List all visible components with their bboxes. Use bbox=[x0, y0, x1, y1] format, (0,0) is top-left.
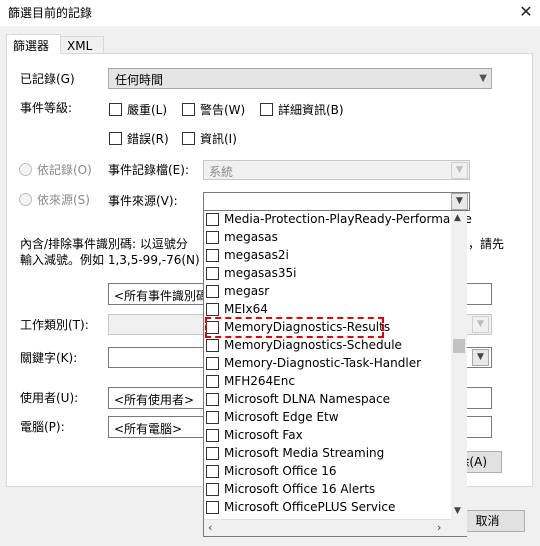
chevron-down-icon[interactable]: ▼ bbox=[472, 349, 489, 366]
list-item-checkbox[interactable] bbox=[206, 357, 219, 370]
list-item[interactable]: Microsoft Office 16 Alerts bbox=[204, 481, 451, 499]
list-item-checkbox[interactable] bbox=[206, 303, 219, 316]
logged-dropdown[interactable]: 任何時間 ▼ bbox=[108, 68, 492, 89]
list-item-checkbox[interactable] bbox=[206, 267, 219, 280]
logged-label: 已記錄(G) bbox=[20, 72, 75, 86]
list-item[interactable]: megasas35i bbox=[204, 265, 451, 283]
keyword-label: 關鍵字(K): bbox=[20, 351, 78, 365]
level-critical-label: 嚴重(L) bbox=[127, 103, 168, 117]
highlight-box bbox=[205, 317, 384, 338]
list-item-label: Microsoft Office 16 bbox=[224, 464, 337, 478]
level-info-label: 資訊(I) bbox=[200, 132, 237, 146]
list-item-checkbox[interactable] bbox=[206, 285, 219, 298]
level-critical-checkbox[interactable] bbox=[109, 103, 122, 116]
list-item-label: Microsoft OfficePLUS Service bbox=[224, 500, 396, 514]
list-item-checkbox[interactable] bbox=[206, 447, 219, 460]
list-item-label: megasr bbox=[224, 284, 270, 298]
tab-xml[interactable]: XML bbox=[60, 36, 104, 54]
chevron-down-icon[interactable]: ▼ bbox=[454, 506, 461, 516]
chevron-down-icon: ▼ bbox=[472, 316, 489, 333]
list-item[interactable]: megasr bbox=[204, 283, 451, 301]
by-log-label: 依記錄(O) bbox=[37, 163, 92, 177]
list-item[interactable]: Memory-Diagnostic-Task-Handler bbox=[204, 355, 451, 373]
list-item[interactable]: Media-Protection-PlayReady-Performance bbox=[204, 211, 472, 229]
chevron-right-icon[interactable]: › bbox=[437, 521, 441, 534]
list-item-checkbox[interactable] bbox=[206, 483, 219, 496]
list-item-checkbox[interactable] bbox=[206, 429, 219, 442]
list-item-label: megasas35i bbox=[224, 266, 297, 280]
by-log-radio[interactable] bbox=[19, 163, 32, 176]
computer-label: 電腦(P): bbox=[20, 420, 65, 434]
list-item[interactable]: Microsoft Office 16 bbox=[204, 463, 451, 481]
list-item-label: megasas bbox=[224, 230, 278, 244]
horizontal-scrollbar[interactable]: ‹ › bbox=[204, 519, 451, 536]
chevron-down-icon[interactable]: ▼ bbox=[451, 193, 468, 210]
list-item-label: Microsoft Fax bbox=[224, 428, 303, 442]
list-item-label: megasas2i bbox=[224, 248, 289, 262]
list-item[interactable]: Microsoft Edge Etw bbox=[204, 409, 451, 427]
level-error-checkbox[interactable] bbox=[109, 132, 122, 145]
level-info-checkbox[interactable] bbox=[182, 132, 195, 145]
level-verbose-checkbox[interactable] bbox=[260, 103, 273, 116]
event-log-field: 系統 bbox=[203, 160, 470, 180]
list-item[interactable]: Microsoft OfficePLUS Service bbox=[204, 499, 451, 517]
event-source-field[interactable] bbox=[203, 192, 470, 211]
list-item-label: Memory-Diagnostic-Task-Handler bbox=[224, 356, 422, 370]
level-warning-checkbox[interactable] bbox=[182, 103, 195, 116]
logged-value: 任何時間 bbox=[115, 73, 164, 87]
task-category-label: 工作類別(T): bbox=[20, 318, 89, 332]
by-source-radio[interactable] bbox=[19, 193, 32, 206]
tab-filter[interactable]: 篩選器 bbox=[6, 34, 61, 54]
chevron-down-icon: ▼ bbox=[479, 73, 487, 84]
event-log-value: 系統 bbox=[209, 165, 234, 179]
close-icon[interactable]: ✕ bbox=[514, 1, 538, 23]
list-item-label: Microsoft Edge Etw bbox=[224, 410, 339, 424]
event-log-label: 事件記錄檔(E): bbox=[108, 163, 189, 177]
list-item[interactable]: Microsoft DLNA Namespace bbox=[204, 391, 451, 409]
event-id-value: <所有事件識別碼 bbox=[114, 289, 209, 303]
list-item-checkbox[interactable] bbox=[206, 501, 219, 514]
user-value: <所有使用者> bbox=[114, 393, 195, 407]
list-item-label: Microsoft Office 16 Alerts bbox=[224, 482, 376, 496]
list-item-label: Media-Protection-PlayReady-Performance bbox=[224, 212, 472, 226]
event-id-description-tail: ，請先 bbox=[468, 237, 505, 251]
scrollbar-thumb[interactable] bbox=[453, 339, 465, 353]
list-item-label: Microsoft Media Streaming bbox=[224, 446, 385, 460]
chevron-left-icon[interactable]: ‹ bbox=[208, 521, 212, 534]
level-warning-label: 警告(W) bbox=[200, 103, 246, 117]
list-item[interactable]: Microsoft Media Streaming bbox=[204, 445, 451, 463]
level-verbose-label: 詳細資訊(B) bbox=[278, 103, 344, 117]
window-title: 篩選目前的記錄 bbox=[8, 6, 93, 20]
list-item-checkbox[interactable] bbox=[206, 411, 219, 424]
list-item[interactable]: MFH264Enc bbox=[204, 373, 451, 391]
list-item-label: MemoryDiagnostics-Schedule bbox=[224, 338, 402, 352]
computer-value: <所有電腦> bbox=[114, 422, 183, 436]
list-item-checkbox[interactable] bbox=[206, 213, 219, 226]
list-item-checkbox[interactable] bbox=[206, 465, 219, 478]
level-error-label: 錯誤(R) bbox=[127, 132, 169, 146]
list-item[interactable]: Microsoft Fax bbox=[204, 427, 451, 445]
list-item[interactable]: megasas2i bbox=[204, 247, 451, 265]
list-item-label: MFH264Enc bbox=[224, 374, 295, 388]
user-label: 使用者(U): bbox=[20, 391, 79, 405]
event-id-example: 輸入減號。例如 1,3,5-99,-76(N) bbox=[20, 253, 200, 267]
list-item[interactable]: MemoryDiagnostics-Schedule bbox=[204, 337, 451, 355]
list-item-label: MEIx64 bbox=[224, 302, 268, 316]
event-level-label: 事件等級: bbox=[20, 101, 73, 115]
list-item-label: Microsoft DLNA Namespace bbox=[224, 392, 390, 406]
list-item-checkbox[interactable] bbox=[206, 231, 219, 244]
event-source-label: 事件來源(V): bbox=[108, 194, 178, 208]
chevron-down-icon: ▼ bbox=[451, 162, 468, 179]
event-id-description: 內含/排除事件識別碼: 以逗號分 bbox=[20, 237, 188, 251]
list-item[interactable]: megasas bbox=[204, 229, 451, 247]
list-item-checkbox[interactable] bbox=[206, 393, 219, 406]
list-item-checkbox[interactable] bbox=[206, 249, 219, 262]
by-source-label: 依來源(S) bbox=[37, 193, 90, 207]
event-source-list[interactable]: Media-Protection-PlayReady-Performance m… bbox=[203, 210, 472, 537]
list-item-checkbox[interactable] bbox=[206, 375, 219, 388]
chevron-up-icon[interactable]: ▲ bbox=[454, 213, 461, 223]
list-item-checkbox[interactable] bbox=[206, 339, 219, 352]
vertical-scrollbar[interactable]: ▲ ▼ bbox=[451, 211, 467, 536]
